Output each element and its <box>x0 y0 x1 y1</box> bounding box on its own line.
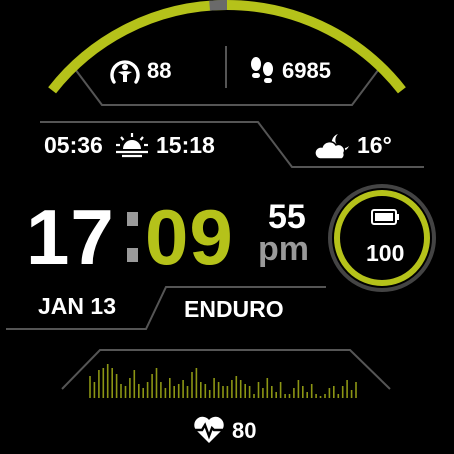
heart-rate-value: 80 <box>232 418 257 443</box>
heart-rate-histogram <box>89 364 357 398</box>
heart-rate-icon[interactable] <box>192 415 226 445</box>
